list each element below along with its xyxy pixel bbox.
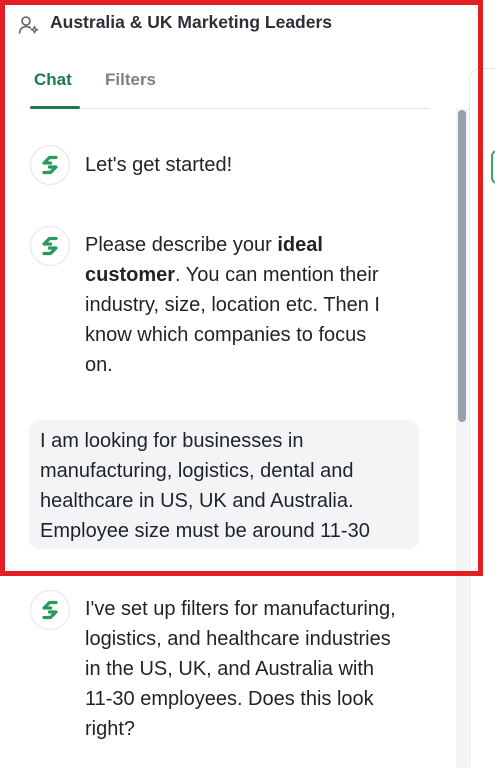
active-tab-indicator (30, 106, 80, 109)
message-text: Let's get started! (85, 154, 233, 176)
message-text: Please describe your ideal customer. You… (85, 230, 445, 380)
scrollbar-thumb[interactable] (458, 110, 466, 422)
assistant-avatar (30, 226, 70, 266)
text-line: manufacturing, logistics, dental and (40, 460, 354, 482)
text-line: right? (85, 718, 136, 740)
text-line: in the US, UK, and Australia with (85, 658, 375, 680)
text-line: 11-30 employees. Does this look (85, 688, 374, 710)
text-span: Please describe your (85, 234, 278, 256)
text-line: industry, size, location etc. Then I (85, 294, 380, 316)
text-line: logistics, and healthcare industries (85, 628, 391, 650)
assistant-logo-icon (42, 236, 58, 256)
user-message-bubble: I am looking for businesses in manufactu… (29, 420, 419, 549)
bold-text: customer (85, 264, 176, 286)
text-line: on. (85, 354, 113, 376)
text-line: know which companies to focus (85, 324, 367, 346)
tab-bar: Chat Filters (30, 60, 430, 109)
chat-header: Australia & UK Marketing Leaders (0, 0, 495, 48)
text-span: . You can mention their (175, 264, 379, 286)
text-line: I am looking for businesses in (40, 430, 304, 452)
user-sparkle-icon (18, 16, 39, 34)
assistant-avatar (30, 145, 70, 185)
assistant-message: I've set up filters for manufacturing, l… (30, 590, 460, 750)
assistant-message: Please describe your ideal customer. You… (30, 226, 450, 386)
text-line: healthcare in US, UK and Australia. (40, 490, 354, 512)
tab-filters[interactable]: Filters (105, 70, 156, 90)
assistant-message: Let's get started! (30, 145, 450, 185)
assistant-logo-icon (42, 600, 58, 620)
bold-text: ideal (277, 234, 323, 256)
tab-chat[interactable]: Chat (34, 70, 72, 90)
side-panel-chip[interactable] (491, 150, 495, 184)
text-line: Employee size must be around 11-30 (40, 520, 370, 542)
text-line: I've set up filters for manufacturing, (85, 598, 396, 620)
assistant-avatar (30, 590, 70, 630)
message-text: I've set up filters for manufacturing, l… (85, 594, 455, 744)
page-title: Australia & UK Marketing Leaders (50, 12, 333, 32)
assistant-logo-icon (42, 155, 58, 175)
